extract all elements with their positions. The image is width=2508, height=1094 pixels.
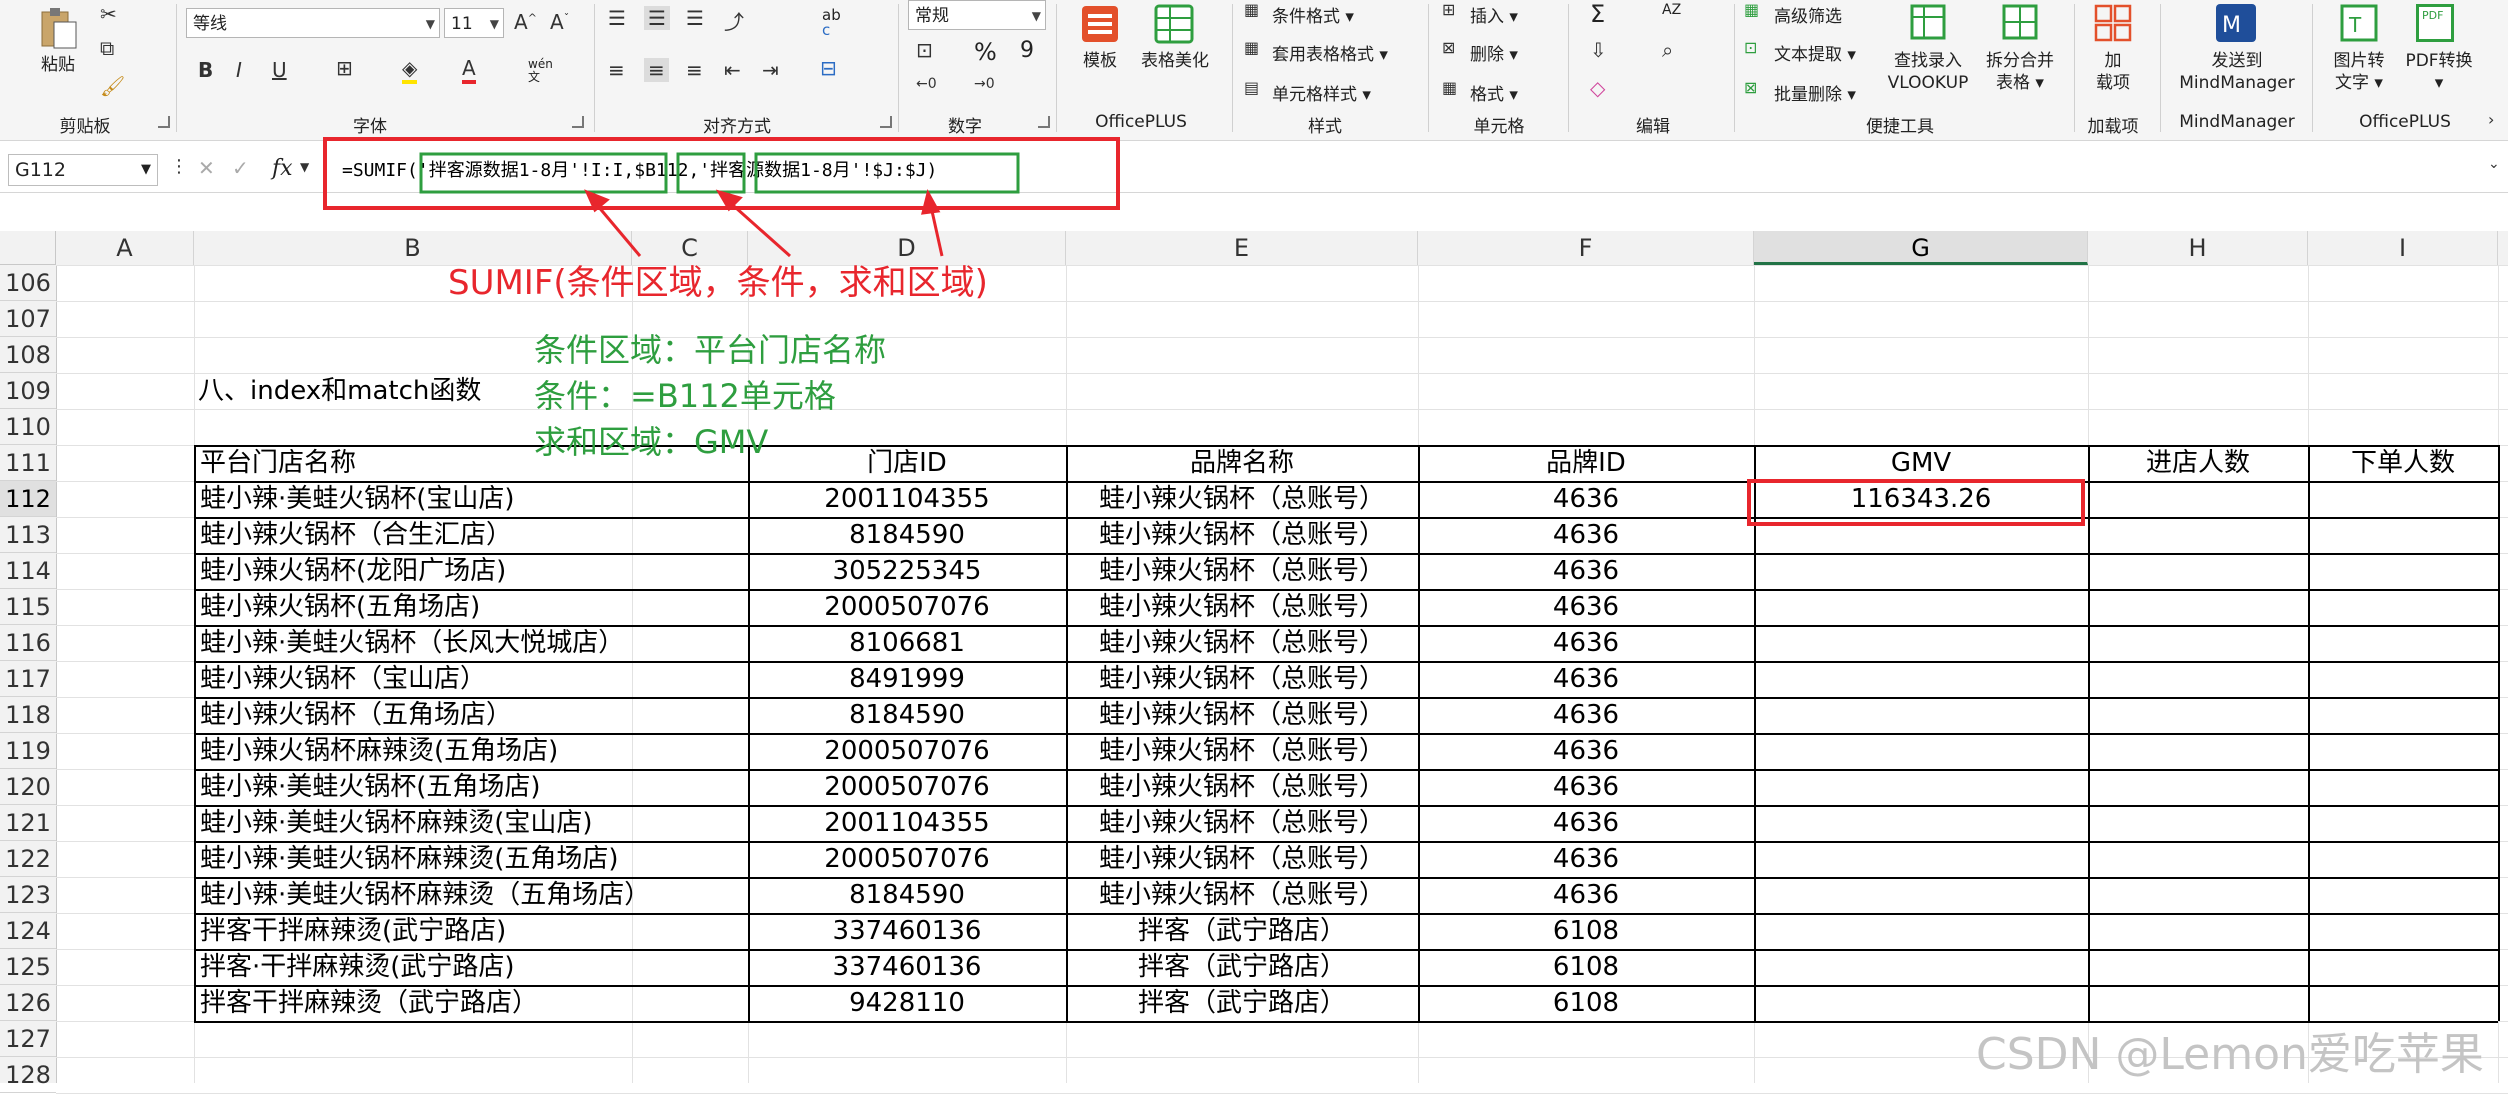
note-sum-range: 求和区域：GMV — [534, 423, 769, 461]
arg1-highlight-box — [419, 152, 668, 194]
arg3-highlight-box — [754, 152, 1020, 194]
note-criteria: 条件：=B112单元格 — [534, 377, 836, 415]
gmv-cell-highlight-box — [1747, 479, 2085, 526]
note-criteria-range: 条件区域：平台门店名称 — [534, 331, 887, 369]
annotation-arrows — [584, 188, 944, 258]
annotation-overlay — [323, 137, 2085, 526]
arg2-highlight-box — [676, 152, 746, 194]
sumif-syntax-annotation: SUMIF(条件区域，条件，求和区域) — [448, 263, 988, 303]
watermark: CSDN @Lemon爱吃苹果 — [1976, 1029, 2484, 1080]
